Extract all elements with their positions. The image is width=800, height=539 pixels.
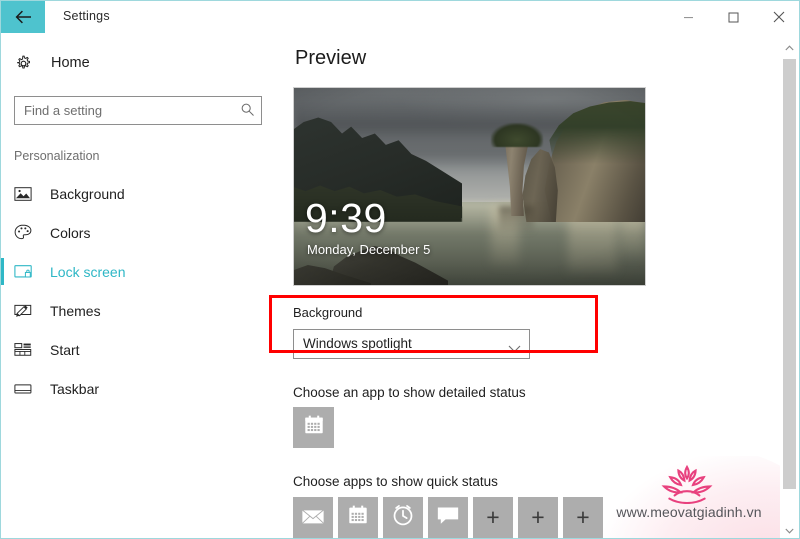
sidebar-nav-list: Background Colors Lock screen Themes Sta… <box>1 174 279 408</box>
background-field: Background Windows spotlight <box>293 305 530 359</box>
quick-status-tile-alarm[interactable] <box>383 497 423 538</box>
taskbar-icon <box>14 382 40 396</box>
home-label: Home <box>51 55 90 71</box>
themes-brush-icon <box>14 303 40 319</box>
message-icon <box>436 505 460 531</box>
image-icon <box>14 186 40 202</box>
sidebar-item-home[interactable]: Home <box>15 46 279 80</box>
sidebar-item-themes[interactable]: Themes <box>1 291 279 330</box>
sidebar-item-label: Background <box>50 185 125 202</box>
gear-icon <box>15 55 41 72</box>
sidebar-section-label: Personalization <box>14 149 100 163</box>
sidebar-item-label: Colors <box>50 224 91 241</box>
sidebar-item-label: Lock screen <box>50 263 126 280</box>
vertical-scrollbar[interactable] <box>781 39 798 538</box>
background-dropdown[interactable]: Windows spotlight <box>293 329 530 359</box>
page-title: Preview <box>295 47 367 69</box>
sidebar-item-label: Start <box>50 341 80 358</box>
detailed-status-heading: Choose an app to show detailed status <box>293 385 526 400</box>
plus-icon: + <box>531 504 545 530</box>
start-tiles-icon <box>14 342 40 357</box>
sidebar-item-label: Taskbar <box>50 380 100 397</box>
preview-clock-time: 9:39 <box>305 195 387 241</box>
quick-status-row: + + + <box>293 497 603 538</box>
quick-status-tile-message[interactable] <box>428 497 468 538</box>
alarm-clock-icon <box>391 503 415 532</box>
plus-icon: + <box>576 504 590 530</box>
sidebar-item-lock-screen[interactable]: Lock screen <box>1 252 279 291</box>
search-input[interactable] <box>14 96 262 125</box>
sidebar-item-taskbar[interactable]: Taskbar <box>1 369 279 408</box>
content-pane: Preview 9:39 Monday, December 5 Backgrou… <box>279 39 779 538</box>
minimize-button[interactable] <box>666 1 711 33</box>
quick-status-tile-add-3[interactable]: + <box>563 497 603 538</box>
close-button[interactable] <box>756 1 799 33</box>
quick-status-tile-add-2[interactable]: + <box>518 497 558 538</box>
scrollbar-thumb[interactable] <box>783 59 796 489</box>
search-box[interactable] <box>14 96 262 125</box>
palette-icon <box>14 224 40 241</box>
quick-status-tile-calendar[interactable] <box>338 497 378 538</box>
back-button[interactable] <box>1 1 45 33</box>
quick-status-tile-mail[interactable] <box>293 497 333 538</box>
sidebar: Home Personalization <box>1 39 279 538</box>
lock-screen-preview[interactable]: 9:39 Monday, December 5 <box>293 87 646 286</box>
maximize-button[interactable] <box>711 1 756 33</box>
detailed-status-tile[interactable] <box>293 407 334 448</box>
quick-status-heading: Choose apps to show quick status <box>293 474 498 489</box>
scroll-up-button[interactable] <box>781 39 798 56</box>
scroll-down-button[interactable] <box>781 522 798 538</box>
sidebar-item-label: Themes <box>50 302 101 319</box>
title-bar: Settings <box>1 1 799 39</box>
plus-icon: + <box>486 504 500 530</box>
sidebar-item-background[interactable]: Background <box>1 174 279 213</box>
preview-clock-date: Monday, December 5 <box>307 242 431 257</box>
settings-window: Settings Home Find a setting Personaliza… <box>0 0 800 539</box>
sidebar-item-start[interactable]: Start <box>1 330 279 369</box>
window-controls <box>666 1 799 33</box>
calendar-icon <box>303 414 325 441</box>
sidebar-item-colors[interactable]: Colors <box>1 213 279 252</box>
lock-screen-icon <box>14 264 40 280</box>
calendar-icon <box>347 504 369 531</box>
background-dropdown-value[interactable]: Windows spotlight <box>293 329 530 359</box>
app-title: Settings <box>63 9 110 23</box>
background-label: Background <box>293 305 363 320</box>
mail-icon <box>301 506 325 530</box>
quick-status-tile-add-1[interactable]: + <box>473 497 513 538</box>
